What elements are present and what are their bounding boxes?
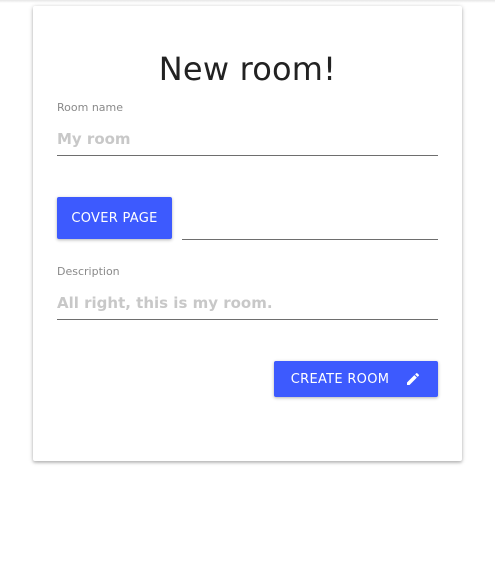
page-title: New room! bbox=[158, 50, 337, 88]
cover-page-button-label: COVER PAGE bbox=[71, 210, 158, 226]
new-room-card: New room! Room name COVER PAGE Descripti… bbox=[33, 6, 462, 461]
description-input[interactable] bbox=[57, 292, 438, 320]
create-room-button[interactable]: CREATE ROOM bbox=[274, 361, 438, 397]
description-label: Description bbox=[57, 265, 120, 278]
top-bar-shadow bbox=[0, 0, 495, 3]
room-name-input[interactable] bbox=[57, 128, 438, 156]
cover-page-button[interactable]: COVER PAGE bbox=[57, 197, 172, 239]
room-name-label: Room name bbox=[57, 101, 124, 114]
create-room-button-label: CREATE ROOM bbox=[290, 371, 390, 387]
pencil-icon bbox=[407, 372, 420, 385]
cover-page-filename-field bbox=[182, 239, 438, 240]
